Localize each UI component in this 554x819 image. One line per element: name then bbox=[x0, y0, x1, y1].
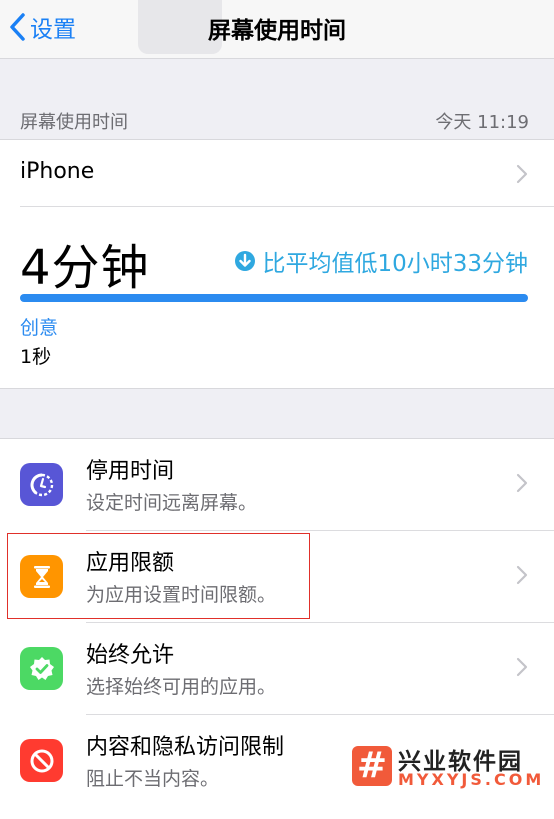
category-label: 创意 bbox=[20, 317, 59, 339]
comparison-text-group: 比平均值低10小时33分钟 bbox=[234, 244, 528, 278]
arrow-down-circle-icon bbox=[235, 251, 256, 271]
list-item-title: 内容和隐私访问限制 bbox=[86, 735, 285, 760]
list-item-title: 停用时间 bbox=[86, 459, 175, 484]
downtime-icon bbox=[20, 463, 63, 506]
chevron-right-icon bbox=[516, 473, 528, 493]
page-title: 屏幕使用时间 bbox=[208, 18, 346, 44]
list-item-downtime[interactable]: 停用时间 设定时间远离屏幕。 bbox=[0, 439, 554, 530]
list-item-subtitle: 设定时间远离屏幕。 bbox=[86, 492, 258, 514]
device-row[interactable]: iPhone bbox=[0, 140, 554, 206]
usage-bar bbox=[20, 294, 528, 302]
checkmark-badge-icon bbox=[20, 647, 63, 690]
list-item-title: 始终允许 bbox=[86, 643, 175, 668]
divider bbox=[20, 206, 554, 207]
list-item-always-allowed[interactable]: 始终允许 选择始终可用的应用。 bbox=[0, 623, 554, 714]
section-timestamp: 今天 11:19 bbox=[435, 112, 529, 133]
watermark: # 兴业软件园 MYXYJS.COM bbox=[352, 742, 547, 792]
navigation-bar: 设置 屏幕使用时间 bbox=[0, 0, 554, 59]
watermark-subtitle: MYXYJS.COM bbox=[398, 770, 545, 789]
watermark-logo: # bbox=[352, 746, 392, 786]
chevron-right-icon bbox=[516, 657, 528, 677]
chevron-right-icon bbox=[516, 565, 528, 585]
list-item-subtitle: 阻止不当内容。 bbox=[86, 768, 220, 790]
usage-summary-card: iPhone 4分钟 比平均值低10小时33分钟 创意 1秒 bbox=[0, 139, 554, 389]
prohibited-icon bbox=[20, 739, 63, 782]
category-value: 1秒 bbox=[20, 346, 52, 368]
total-usage: 4分钟 bbox=[20, 240, 150, 296]
chevron-right-icon bbox=[516, 164, 528, 184]
highlight-annotation bbox=[7, 533, 310, 619]
section-header: 屏幕使用时间 bbox=[20, 112, 128, 133]
list-item-subtitle: 选择始终可用的应用。 bbox=[86, 676, 277, 698]
device-label: iPhone bbox=[20, 159, 95, 184]
comparison-text: 比平均值低10小时33分钟 bbox=[262, 251, 528, 277]
